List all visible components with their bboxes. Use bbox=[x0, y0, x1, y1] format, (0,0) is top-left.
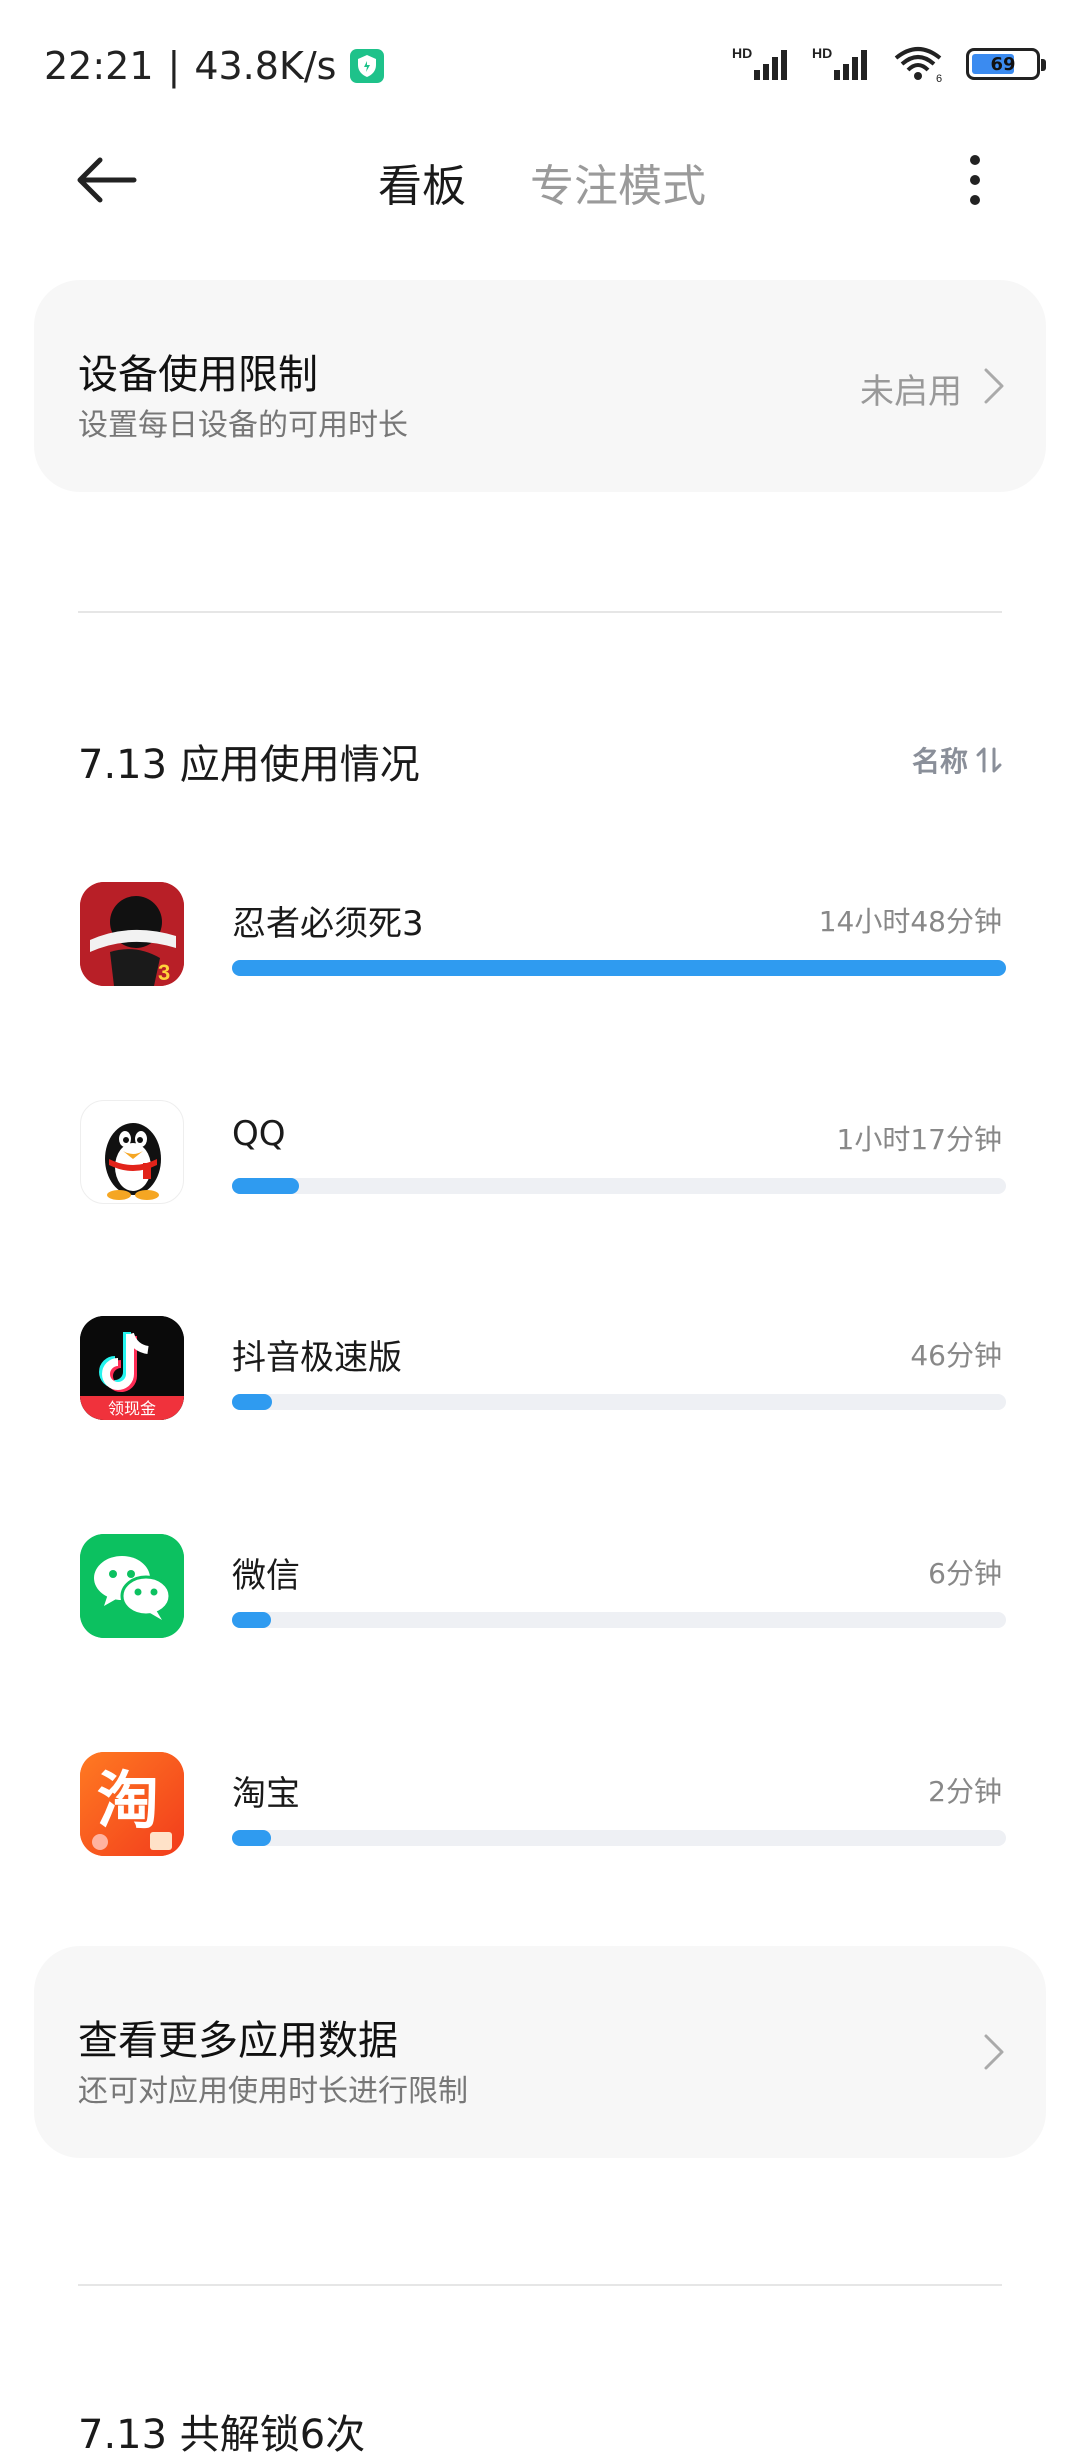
app-name: 微信 bbox=[232, 1556, 300, 1596]
usage-section-title: 7.13 应用使用情况 bbox=[78, 742, 420, 788]
status-bar: 22:21 | 43.8K/s HD HD 6 69 bbox=[0, 0, 1080, 140]
usage-bar-track bbox=[232, 1178, 1006, 1194]
douyin-badge-text: 领现金 bbox=[108, 1399, 156, 1418]
sort-label: 名称 bbox=[911, 745, 968, 778]
back-button[interactable] bbox=[70, 150, 140, 210]
wechat-icon bbox=[80, 1534, 184, 1638]
chevron-right-icon bbox=[984, 368, 1004, 404]
usage-bar-track bbox=[232, 1612, 1006, 1628]
svg-text:6: 6 bbox=[936, 73, 942, 84]
device-limit-title: 设备使用限制 bbox=[78, 352, 318, 398]
app-name: 抖音极速版 bbox=[232, 1338, 402, 1378]
more-app-data-subtitle: 还可对应用使用时长进行限制 bbox=[78, 2074, 468, 2109]
app-row[interactable]: QQ 1小时17分钟 bbox=[0, 1100, 1080, 1240]
device-limit-status: 未启用 bbox=[860, 372, 962, 412]
app-usage-time: 46分钟 bbox=[910, 1339, 1002, 1372]
wifi-6-icon: 6 bbox=[894, 47, 942, 84]
app-usage-time: 14小时48分钟 bbox=[818, 905, 1002, 938]
app-row[interactable]: 微信 6分钟 bbox=[0, 1534, 1080, 1674]
ninja-must-die-icon: 3 bbox=[80, 882, 184, 986]
app-row[interactable]: 领现金 抖音极速版 46分钟 bbox=[0, 1316, 1080, 1456]
sort-icon bbox=[976, 747, 1002, 773]
usage-bar-track bbox=[232, 960, 1006, 976]
signal-hd-2-icon: HD bbox=[812, 45, 867, 80]
divider bbox=[78, 2284, 1002, 2286]
usage-bar-fill bbox=[232, 1394, 273, 1410]
svg-text:3: 3 bbox=[158, 960, 170, 985]
app-usage-time: 2分钟 bbox=[928, 1775, 1002, 1808]
more-app-data-card[interactable]: 查看更多应用数据 还可对应用使用时长进行限制 bbox=[34, 1946, 1046, 2158]
more-app-data-title: 查看更多应用数据 bbox=[78, 2018, 398, 2064]
more-options-button[interactable] bbox=[955, 150, 995, 210]
separator: | bbox=[167, 44, 181, 88]
back-arrow-icon bbox=[77, 157, 137, 203]
usage-bar-track bbox=[232, 1830, 1006, 1846]
douyin-icon: 领现金 bbox=[80, 1316, 184, 1420]
tab-board[interactable]: 看板 bbox=[378, 150, 466, 214]
status-right: HD HD 6 69 bbox=[732, 44, 1046, 84]
sort-by-name-button[interactable]: 名称 bbox=[912, 740, 1002, 780]
header: 看板 专注模式 bbox=[0, 130, 1080, 230]
clock: 22:21 bbox=[44, 44, 154, 88]
app-usage-time: 6分钟 bbox=[928, 1557, 1002, 1590]
divider bbox=[78, 611, 1002, 613]
taobao-char: 淘 bbox=[97, 1764, 159, 1837]
app-name: 淘宝 bbox=[232, 1774, 300, 1814]
status-left: 22:21 | 43.8K/s bbox=[44, 44, 385, 88]
app-usage-time: 1小时17分钟 bbox=[836, 1123, 1002, 1156]
unlock-count-title: 7.13 共解锁6次 bbox=[78, 2412, 366, 2458]
app-name: QQ bbox=[232, 1114, 286, 1154]
app-name: 忍者必须死3 bbox=[232, 904, 424, 944]
battery-level: 69 bbox=[990, 53, 1016, 75]
taobao-icon: 淘 bbox=[80, 1752, 184, 1856]
usage-bar-fill bbox=[232, 960, 1006, 976]
app-row[interactable]: 3 忍者必须死3 14小时48分钟 bbox=[0, 882, 1080, 1022]
battery-icon: 69 bbox=[966, 48, 1046, 80]
signal-hd-1-icon: HD bbox=[732, 45, 787, 80]
svg-text:HD: HD bbox=[812, 45, 832, 61]
network-speed: 43.8K/s bbox=[194, 44, 337, 88]
usage-bar-fill bbox=[232, 1178, 300, 1194]
svg-text:HD: HD bbox=[732, 45, 752, 61]
security-shield-icon bbox=[350, 49, 385, 83]
app-row[interactable]: 淘 淘宝 2分钟 bbox=[0, 1752, 1080, 1892]
device-limit-subtitle: 设置每日设备的可用时长 bbox=[78, 408, 408, 443]
chevron-right-icon bbox=[984, 2034, 1004, 2070]
tab-focus-mode[interactable]: 专注模式 bbox=[530, 150, 706, 214]
usage-bar-fill bbox=[232, 1830, 271, 1846]
qq-penguin-icon bbox=[80, 1100, 184, 1204]
usage-bar-track bbox=[232, 1394, 1006, 1410]
more-vertical-icon bbox=[970, 155, 980, 205]
device-limit-card[interactable]: 设备使用限制 设置每日设备的可用时长 未启用 bbox=[34, 280, 1046, 492]
usage-bar-fill bbox=[232, 1612, 271, 1628]
